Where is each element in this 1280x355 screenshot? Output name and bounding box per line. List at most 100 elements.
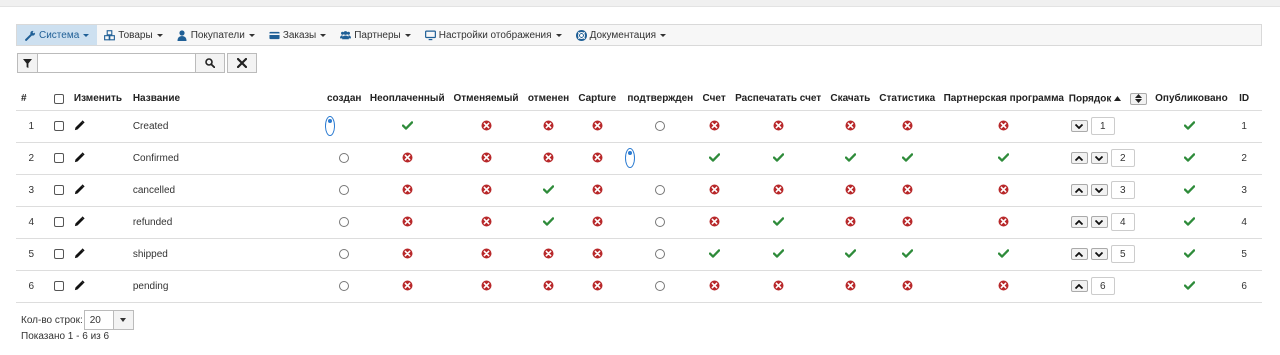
cell-name[interactable]: Created bbox=[130, 110, 322, 143]
cross-circle-icon[interactable] bbox=[402, 280, 413, 291]
confirmed-radio[interactable] bbox=[655, 248, 666, 259]
move-up-button[interactable] bbox=[1070, 152, 1088, 164]
cross-circle-icon[interactable] bbox=[709, 216, 720, 227]
check-icon[interactable] bbox=[1184, 121, 1196, 131]
cross-circle-icon[interactable] bbox=[481, 248, 492, 259]
order-input[interactable] bbox=[1110, 181, 1135, 199]
cross-circle-icon[interactable] bbox=[902, 280, 913, 291]
check-icon[interactable] bbox=[401, 121, 413, 131]
created-radio[interactable] bbox=[339, 248, 350, 259]
row-checkbox[interactable] bbox=[54, 152, 65, 163]
check-icon[interactable] bbox=[1184, 281, 1196, 291]
cross-circle-icon[interactable] bbox=[773, 120, 784, 131]
col-order-header[interactable]: Порядок bbox=[1066, 88, 1154, 111]
cross-circle-icon[interactable] bbox=[402, 216, 413, 227]
menu-item-help[interactable]: Документация bbox=[569, 25, 674, 45]
row-checkbox[interactable] bbox=[54, 216, 65, 227]
move-up-button[interactable] bbox=[1070, 184, 1088, 196]
pencil-icon[interactable] bbox=[74, 248, 85, 259]
menu-item-wrench[interactable]: Система bbox=[17, 25, 98, 45]
row-checkbox[interactable] bbox=[54, 120, 65, 131]
order-input[interactable] bbox=[1090, 277, 1115, 295]
cross-circle-icon[interactable] bbox=[592, 248, 603, 259]
created-radio[interactable] bbox=[339, 280, 350, 291]
cell-name[interactable]: shipped bbox=[130, 238, 322, 271]
col-name-header[interactable]: Название bbox=[130, 88, 322, 111]
check-icon[interactable] bbox=[1184, 249, 1196, 259]
cross-circle-icon[interactable] bbox=[773, 184, 784, 195]
cross-circle-icon[interactable] bbox=[902, 120, 913, 131]
order-input[interactable] bbox=[1110, 213, 1135, 231]
check-icon[interactable] bbox=[844, 249, 856, 259]
search-button[interactable] bbox=[196, 53, 225, 73]
order-input[interactable] bbox=[1110, 245, 1135, 263]
cross-circle-icon[interactable] bbox=[402, 152, 413, 163]
check-icon[interactable] bbox=[844, 153, 856, 163]
menu-item-monitor[interactable]: Настройки отображения bbox=[418, 25, 569, 45]
select-all-checkbox[interactable] bbox=[54, 93, 65, 104]
cross-circle-icon[interactable] bbox=[998, 216, 1009, 227]
pencil-icon[interactable] bbox=[74, 280, 85, 291]
move-down-button[interactable] bbox=[1090, 248, 1108, 260]
check-icon[interactable] bbox=[772, 249, 784, 259]
order-input[interactable] bbox=[1090, 117, 1115, 135]
row-checkbox[interactable] bbox=[54, 248, 65, 259]
cross-circle-icon[interactable] bbox=[592, 280, 603, 291]
check-icon[interactable] bbox=[901, 249, 913, 259]
cross-circle-icon[interactable] bbox=[845, 216, 856, 227]
pencil-icon[interactable] bbox=[74, 152, 85, 163]
menu-item-users[interactable]: Партнеры bbox=[333, 25, 418, 45]
cell-name[interactable]: refunded bbox=[130, 206, 322, 239]
check-icon[interactable] bbox=[708, 249, 720, 259]
cross-circle-icon[interactable] bbox=[998, 184, 1009, 195]
order-input[interactable] bbox=[1110, 149, 1135, 167]
cross-circle-icon[interactable] bbox=[709, 120, 720, 131]
check-icon[interactable] bbox=[543, 185, 554, 195]
cross-circle-icon[interactable] bbox=[845, 184, 856, 195]
pencil-icon[interactable] bbox=[74, 216, 85, 227]
row-checkbox[interactable] bbox=[54, 184, 65, 195]
cross-circle-icon[interactable] bbox=[998, 120, 1009, 131]
menu-item-credit-card[interactable]: Заказы bbox=[262, 25, 333, 45]
menu-item-cubes[interactable]: Товары bbox=[97, 25, 169, 45]
check-icon[interactable] bbox=[901, 153, 913, 163]
confirmed-radio[interactable] bbox=[624, 148, 635, 168]
check-icon[interactable] bbox=[998, 153, 1010, 163]
cross-circle-icon[interactable] bbox=[709, 280, 720, 291]
cross-circle-icon[interactable] bbox=[845, 120, 856, 131]
check-icon[interactable] bbox=[772, 217, 784, 227]
cell-name[interactable]: cancelled bbox=[130, 174, 322, 207]
move-down-button[interactable] bbox=[1090, 184, 1108, 196]
created-radio[interactable] bbox=[339, 216, 350, 227]
cross-circle-icon[interactable] bbox=[902, 184, 913, 195]
check-icon[interactable] bbox=[1184, 217, 1196, 227]
confirmed-radio[interactable] bbox=[655, 216, 666, 227]
pencil-icon[interactable] bbox=[74, 184, 85, 195]
confirmed-radio[interactable] bbox=[655, 184, 666, 195]
cross-circle-icon[interactable] bbox=[709, 184, 720, 195]
cross-circle-icon[interactable] bbox=[592, 120, 603, 131]
cross-circle-icon[interactable] bbox=[402, 184, 413, 195]
created-radio[interactable] bbox=[339, 184, 350, 195]
row-checkbox[interactable] bbox=[54, 280, 65, 291]
created-radio[interactable] bbox=[339, 152, 350, 163]
cell-name[interactable]: Confirmed bbox=[130, 142, 322, 175]
cross-circle-icon[interactable] bbox=[592, 216, 603, 227]
cross-circle-icon[interactable] bbox=[481, 120, 492, 131]
cross-circle-icon[interactable] bbox=[481, 184, 492, 195]
cross-circle-icon[interactable] bbox=[481, 280, 492, 291]
filter-button[interactable] bbox=[17, 53, 38, 73]
search-input[interactable] bbox=[38, 53, 196, 73]
check-icon[interactable] bbox=[772, 153, 784, 163]
move-down-button[interactable] bbox=[1090, 152, 1108, 164]
cell-name[interactable]: pending bbox=[130, 270, 322, 303]
rows-per-page-select[interactable]: 20 bbox=[83, 310, 134, 330]
cross-circle-icon[interactable] bbox=[592, 152, 603, 163]
cross-circle-icon[interactable] bbox=[543, 120, 554, 131]
cross-circle-icon[interactable] bbox=[902, 216, 913, 227]
clear-button[interactable] bbox=[227, 53, 257, 73]
pencil-icon[interactable] bbox=[74, 120, 85, 131]
save-order-button[interactable] bbox=[1129, 92, 1147, 105]
move-up-button[interactable] bbox=[1070, 216, 1088, 228]
check-icon[interactable] bbox=[543, 217, 554, 227]
